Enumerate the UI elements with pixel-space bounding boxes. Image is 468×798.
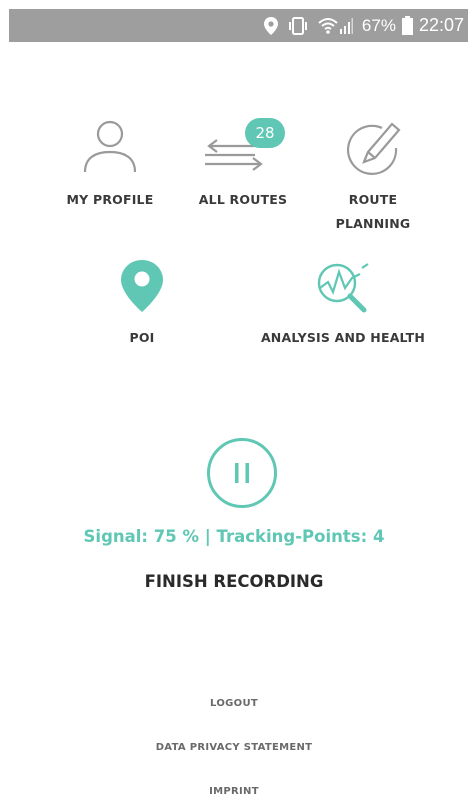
- signal-icon: [339, 17, 353, 35]
- imprint-link[interactable]: IMPRINT: [0, 786, 468, 797]
- poi-button[interactable]: POI: [92, 258, 192, 350]
- all-routes-label: ALL ROUTES: [198, 192, 288, 207]
- route-planning-button[interactable]: ROUTE PLANNING: [318, 118, 428, 236]
- poi-label: POI: [129, 330, 155, 345]
- analysis-magnifier-icon: [317, 263, 369, 313]
- pencil-circle-icon: [346, 122, 401, 175]
- finish-recording-button[interactable]: FINISH RECORDING: [0, 572, 468, 591]
- battery-percent: 67%: [361, 15, 396, 35]
- status-bar: 67% 22:07: [9, 9, 468, 42]
- routes-icon-wrap: 28: [203, 118, 285, 180]
- battery-icon: [401, 16, 413, 35]
- wifi-icon: [318, 17, 338, 35]
- all-routes-button[interactable]: 28 ALL ROUTES: [183, 118, 303, 212]
- route-planning-label-line2: PLANNING: [335, 216, 411, 231]
- logout-link[interactable]: LOGOUT: [0, 698, 468, 709]
- vibrate-icon: [287, 16, 309, 35]
- data-privacy-link[interactable]: DATA PRIVACY STATEMENT: [0, 742, 468, 753]
- location-icon: [263, 16, 278, 35]
- tracking-status-text: Signal: 75 % | Tracking-Points: 4: [83, 527, 385, 546]
- my-profile-label: MY PROFILE: [66, 192, 154, 207]
- routes-count-badge: 28: [245, 118, 285, 148]
- pause-recording-button[interactable]: [207, 438, 277, 508]
- analysis-health-button[interactable]: ANALYSIS AND HEALTH: [248, 258, 438, 350]
- clock: 22:07: [418, 15, 464, 35]
- user-icon: [83, 120, 137, 173]
- pause-icon: [235, 463, 249, 483]
- analysis-health-label: ANALYSIS AND HEALTH: [260, 330, 426, 345]
- route-planning-label-line1: ROUTE: [348, 192, 398, 207]
- my-profile-button[interactable]: MY PROFILE: [55, 118, 165, 212]
- map-pin-icon: [121, 260, 163, 312]
